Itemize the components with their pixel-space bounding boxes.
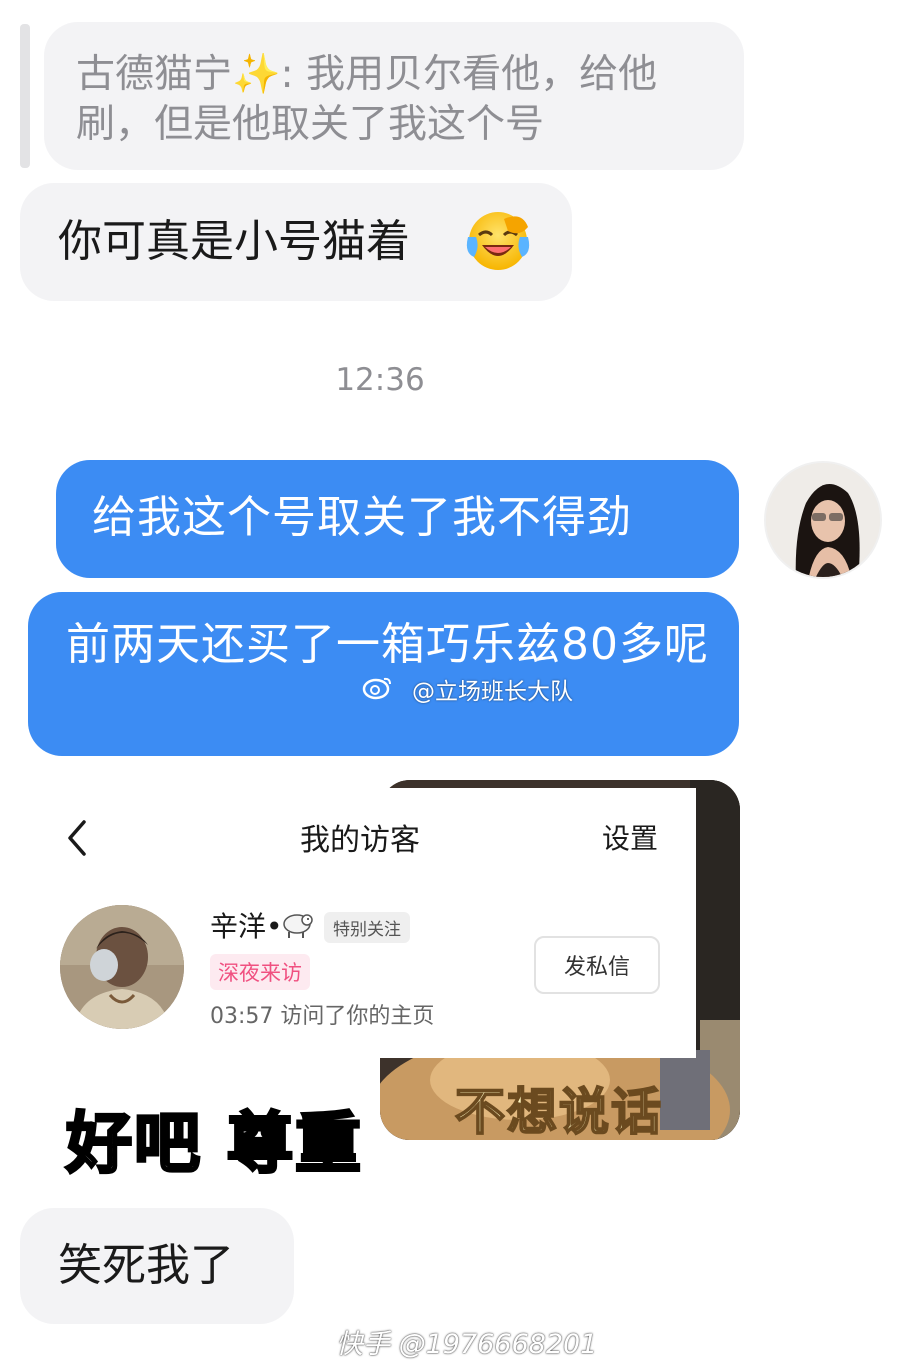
quoted-message-text: 古德猫宁✨: 我用贝尔看他，给他刷，但是他取关了我这个号 — [76, 52, 658, 147]
weibo-watermark: @立场班长大队 — [360, 672, 573, 706]
avatar-photo — [766, 463, 880, 577]
visitor-avatar[interactable] — [60, 905, 184, 1029]
visitor-avatar-art — [60, 905, 184, 1029]
message-text: 给我这个号取关了我不得劲 — [92, 492, 632, 543]
face-with-tears-of-joy-icon — [466, 212, 530, 270]
overlay-caption: 好吧 尊重 — [65, 1104, 363, 1184]
sheep-icon — [283, 914, 313, 938]
timestamp: 12:36 — [335, 362, 425, 398]
visit-time-text: 03:57 访问了你的主页 — [210, 1004, 435, 1029]
visitor-name[interactable]: 辛洋• — [210, 905, 283, 945]
weibo-watermark-text: @立场班长大队 — [412, 679, 573, 705]
send-message-button-label: 发私信 — [563, 955, 630, 980]
message-text: 前两天还买了一箱巧乐兹80多呢 — [66, 619, 709, 670]
message-text: 你可真是小号猫着 — [58, 216, 410, 267]
special-follow-badge: 特别关注 — [324, 912, 410, 943]
message-text: 笑死我了 — [58, 1240, 234, 1291]
meme-caption: 不想说话 — [454, 1082, 663, 1142]
avatar[interactable] — [764, 461, 882, 579]
night-visit-badge: 深夜来访 — [210, 954, 310, 990]
quote-indicator-bar — [20, 24, 30, 168]
kuaishou-watermark: 快手 @1976668201 — [336, 1329, 598, 1360]
send-message-button[interactable]: 发私信 — [534, 936, 660, 994]
settings-button[interactable]: 设置 — [602, 817, 658, 857]
